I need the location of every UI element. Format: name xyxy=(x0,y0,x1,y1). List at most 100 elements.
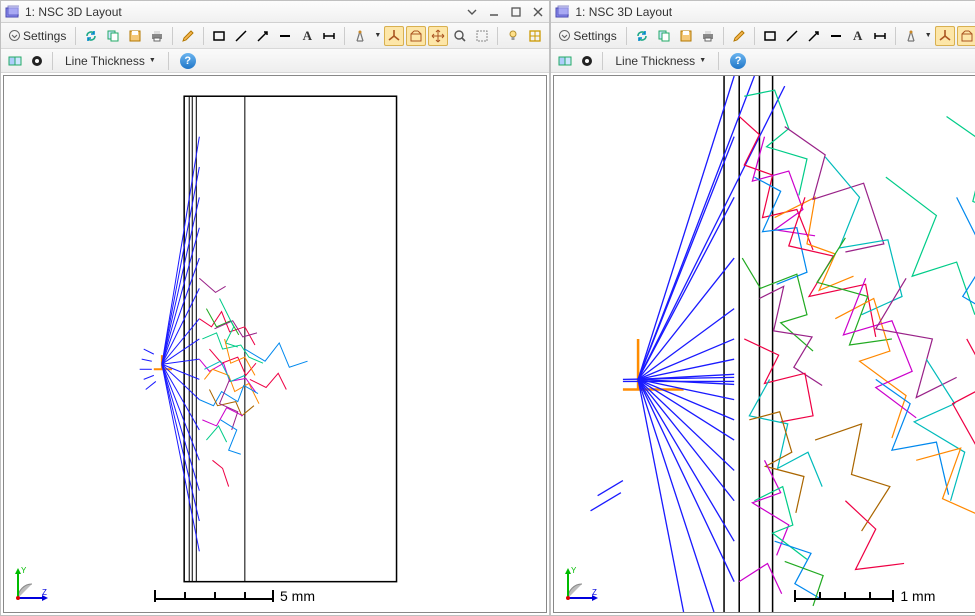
camera-icon xyxy=(580,54,594,68)
compass-tool[interactable] xyxy=(350,26,370,46)
titlebar: 1: NSC 3D Layout xyxy=(551,1,975,23)
save-button[interactable] xyxy=(676,26,696,46)
viewport-right[interactable]: Y Z 1 mm xyxy=(553,75,975,613)
help-button[interactable]: ? xyxy=(730,53,746,69)
print-button[interactable] xyxy=(147,26,167,46)
save-icon xyxy=(679,29,693,43)
pencil-icon xyxy=(732,29,746,43)
refresh-button[interactable] xyxy=(81,26,101,46)
chevron-down-icon xyxy=(9,30,20,41)
dimension-tool[interactable] xyxy=(319,26,339,46)
camera-button[interactable] xyxy=(577,51,597,71)
window-left: 1: NSC 3D Layout Settings A ▼ xyxy=(0,0,550,616)
grid3d-tool[interactable] xyxy=(406,26,426,46)
fit-tool[interactable] xyxy=(472,26,492,46)
svg-text:Y: Y xyxy=(21,566,27,575)
window-mgmt-button[interactable] xyxy=(555,51,575,71)
target-tool[interactable] xyxy=(525,26,545,46)
dimension-icon xyxy=(873,29,887,43)
pencil-button[interactable] xyxy=(729,26,749,46)
move-tool[interactable] xyxy=(428,26,448,46)
ray-trace-plot xyxy=(4,76,546,612)
settings-toggle[interactable]: Settings xyxy=(5,26,70,46)
scale-bar: 5 mm xyxy=(154,588,315,604)
save-icon xyxy=(128,29,142,43)
copy-icon xyxy=(106,29,120,43)
zoom-tool[interactable] xyxy=(450,26,470,46)
rectangle-icon xyxy=(212,29,226,43)
dimension-tool[interactable] xyxy=(870,26,890,46)
fit-icon xyxy=(475,29,489,43)
svg-text:Y: Y xyxy=(571,566,577,575)
ray-trace-plot-zoom xyxy=(554,76,975,612)
refresh-button[interactable] xyxy=(632,26,652,46)
arrow-tool[interactable] xyxy=(253,26,273,46)
grid3d-icon xyxy=(409,29,423,43)
pencil-icon xyxy=(181,29,195,43)
hline-icon xyxy=(829,29,843,43)
separator xyxy=(497,27,498,45)
horizontal-line-tool[interactable] xyxy=(826,26,846,46)
compass-dropdown[interactable]: ▼ xyxy=(372,26,382,46)
window-mgmt-button[interactable] xyxy=(5,51,25,71)
separator xyxy=(52,52,53,70)
scale-bar: 1 mm xyxy=(794,588,935,604)
help-button[interactable]: ? xyxy=(180,53,196,69)
window-right: 1: NSC 3D Layout Settings A ▼ xyxy=(550,0,975,616)
toolbar-row-2: Line Thickness ▼ ? xyxy=(1,49,549,73)
refresh-icon xyxy=(635,29,649,43)
pencil-button[interactable] xyxy=(178,26,198,46)
app-icon xyxy=(5,5,19,19)
windows-icon xyxy=(8,54,22,68)
hline-icon xyxy=(278,29,292,43)
line-tool[interactable] xyxy=(231,26,251,46)
axis-icon xyxy=(387,29,401,43)
horizontal-line-tool[interactable] xyxy=(275,26,295,46)
close-button[interactable] xyxy=(531,5,545,19)
line-thickness-label: Line Thickness xyxy=(615,54,695,68)
settings-toggle[interactable]: Settings xyxy=(555,26,620,46)
minimize-button[interactable] xyxy=(487,5,501,19)
camera-button[interactable] xyxy=(27,51,47,71)
compass-tool[interactable] xyxy=(901,26,921,46)
copy-button[interactable] xyxy=(654,26,674,46)
print-button[interactable] xyxy=(698,26,718,46)
text-a-icon: A xyxy=(853,28,862,44)
move-icon xyxy=(431,29,445,43)
compass-icon xyxy=(904,29,918,43)
separator xyxy=(754,27,755,45)
lamp-icon xyxy=(506,29,520,43)
maximize-button[interactable] xyxy=(509,5,523,19)
camera-icon xyxy=(30,54,44,68)
text-tool[interactable]: A xyxy=(848,26,868,46)
rectangle-tool[interactable] xyxy=(760,26,780,46)
axis-tool-active[interactable] xyxy=(384,26,404,46)
copy-button[interactable] xyxy=(103,26,123,46)
rectangle-tool[interactable] xyxy=(209,26,229,46)
line-thickness-dropdown[interactable]: Line Thickness ▼ xyxy=(58,51,163,71)
toolbar-row-1: Settings A ▼ xyxy=(551,23,975,49)
separator xyxy=(895,27,896,45)
line-thickness-dropdown[interactable]: Line Thickness ▼ xyxy=(608,51,713,71)
grid3d-tool[interactable] xyxy=(957,26,975,46)
text-tool[interactable]: A xyxy=(297,26,317,46)
viewport-left[interactable]: Y Z 5 mm xyxy=(3,75,547,613)
compass-icon xyxy=(353,29,367,43)
save-button[interactable] xyxy=(125,26,145,46)
lamp-tool[interactable] xyxy=(503,26,523,46)
app-icon xyxy=(555,5,569,19)
target-icon xyxy=(528,29,542,43)
toolbar-row-2: Line Thickness ▼ ? xyxy=(551,49,975,73)
grid3d-icon xyxy=(960,29,974,43)
arrow-tool[interactable] xyxy=(804,26,824,46)
scale-label: 5 mm xyxy=(280,588,315,604)
arrow-icon xyxy=(256,29,270,43)
print-icon xyxy=(150,29,164,43)
line-tool[interactable] xyxy=(782,26,802,46)
windows-icon xyxy=(558,54,572,68)
print-icon xyxy=(701,29,715,43)
compass-dropdown[interactable]: ▼ xyxy=(923,26,933,46)
axis-tool-active[interactable] xyxy=(935,26,955,46)
dropdown-button[interactable] xyxy=(465,5,479,19)
settings-label: Settings xyxy=(23,29,66,43)
